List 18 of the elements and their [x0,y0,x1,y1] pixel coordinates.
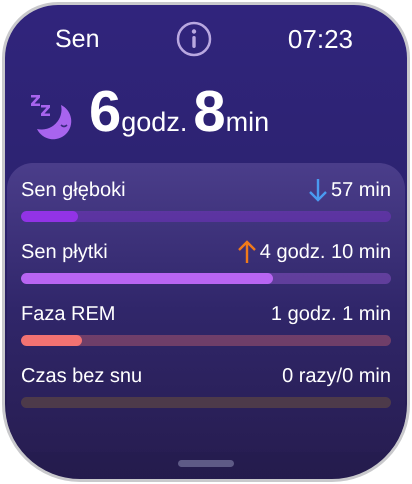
screen-title: Sen [55,24,100,54]
minutes-value: 8 [193,83,226,141]
stage-duration: 57 min [330,178,391,202]
stage-label: Sen płytki [21,240,108,264]
stage-duration: 0 razy/0 min [282,364,391,388]
minutes-unit: min [226,107,270,138]
hours-value: 6 [89,83,122,141]
info-icon[interactable] [176,21,212,57]
stage-duration: 1 godz. 1 min [270,302,391,326]
stage-duration: 4 godz. 10 min [260,240,391,264]
stage-label: Czas bez snu [21,364,142,388]
down-arrow-icon [306,177,329,203]
clock-time: 07:23 [288,24,353,54]
stage-label: Faza REM [21,302,116,326]
hours-unit: godz. [121,107,188,138]
swipe-handle[interactable] [178,460,234,467]
stage-label: Sen głęboki [21,178,126,202]
up-arrow-icon [236,239,258,265]
